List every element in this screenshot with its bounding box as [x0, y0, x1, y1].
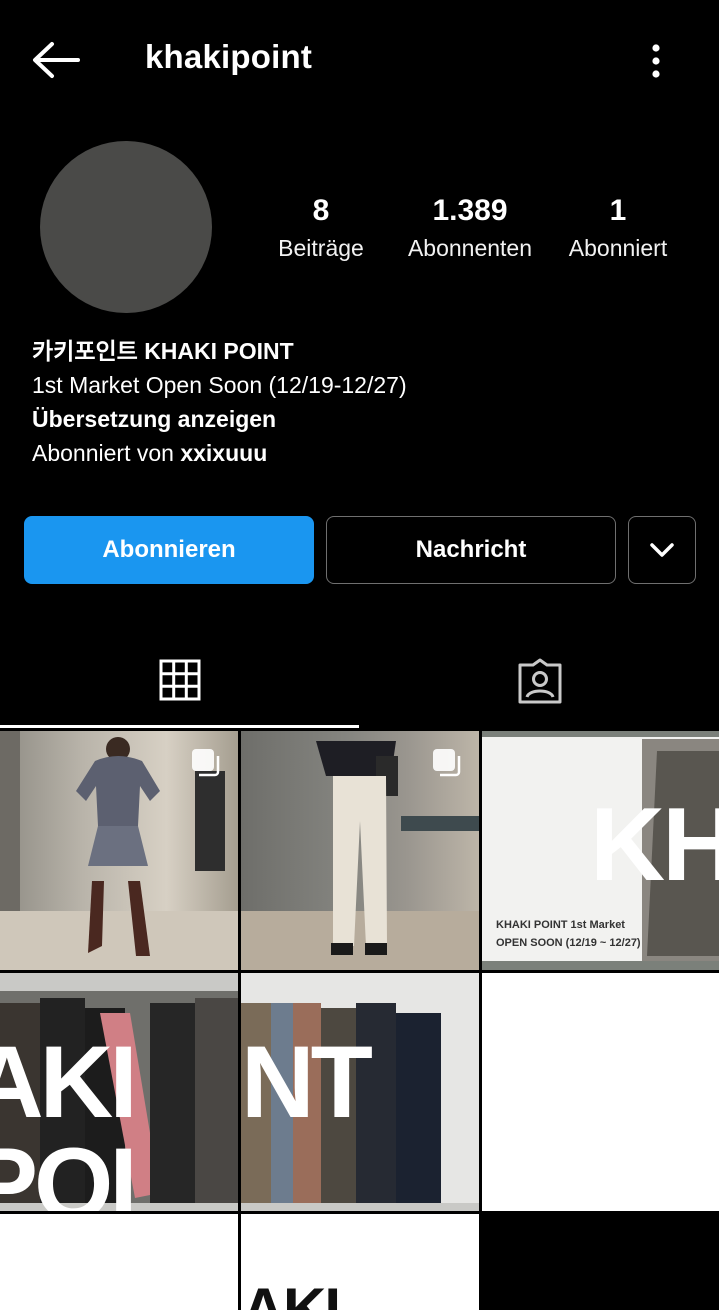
post-tile-1[interactable] [0, 731, 238, 970]
bio-text: 1st Market Open Soon (12/19-12/27) [32, 372, 407, 398]
chevron-down-icon [650, 543, 674, 557]
followed-by-line[interactable]: Abonniert von xxixuuu [32, 436, 407, 470]
post-tile-7[interactable] [0, 1214, 238, 1310]
posts-label: Beiträge [278, 235, 364, 261]
profile-display-name: 카키포인트 KHAKI POINT [32, 338, 294, 364]
followed-by-prefix: Abonniert von [32, 440, 181, 466]
followers-count-stat[interactable]: 1.389 Abonnenten [393, 192, 547, 266]
multiple-photos-icon [192, 749, 220, 777]
posts-count: 8 [312, 194, 330, 227]
tile-big-text: AKI POI [0, 1025, 138, 1211]
suggested-accounts-button[interactable] [628, 516, 696, 584]
active-tab-indicator [0, 725, 359, 728]
post-tile-8[interactable]: KHAKI [241, 1214, 479, 1310]
post-tile-3[interactable]: KHA KHAKI POINT 1st Market OPEN SOON (12… [482, 731, 719, 970]
tab-tagged[interactable] [360, 655, 719, 727]
profile-username: khakipoint [145, 38, 313, 75]
post-tile-2[interactable] [241, 731, 479, 970]
top-bar: khakipoint [0, 0, 719, 120]
message-button[interactable]: Nachricht [326, 516, 616, 584]
post-tile-6[interactable] [482, 973, 719, 1211]
following-count-stat[interactable]: 1 Abonniert [558, 192, 678, 266]
following-count: 1 [609, 194, 627, 227]
posts-grid: KHA KHAKI POINT 1st Market OPEN SOON (12… [0, 731, 719, 1310]
profile-bio: 카키포인트 KHAKI POINT 1st Market Open Soon (… [32, 334, 407, 470]
show-translation-link[interactable]: Übersetzung anzeigen [32, 402, 407, 436]
post-tile-5[interactable]: NT [241, 973, 479, 1211]
posts-count-stat[interactable]: 8 Beiträge [262, 192, 380, 266]
tile-big-text: KHA [590, 787, 719, 903]
arrow-left-icon[interactable] [30, 40, 82, 80]
tile-big-text: NT [241, 1025, 373, 1139]
tagged-user-icon [518, 658, 561, 704]
tile-caption-line2: OPEN SOON (12/19 ~ 12/27) [496, 937, 641, 949]
avatar[interactable] [40, 141, 212, 313]
post-tile-4[interactable]: AKI POI [0, 973, 238, 1211]
followers-count: 1.389 [432, 194, 508, 227]
tile-big-text: KHAKI [241, 1276, 341, 1310]
tile-caption-line1: KHAKI POINT 1st Market [496, 919, 625, 931]
multiple-photos-icon [433, 749, 461, 777]
more-vertical-icon[interactable] [640, 40, 672, 84]
followers-label: Abonnenten [407, 235, 533, 261]
grid-icon [159, 659, 200, 701]
follow-button[interactable]: Abonnieren [24, 516, 314, 584]
tab-posts-grid[interactable] [0, 655, 359, 727]
followed-by-user: xxixuuu [180, 440, 268, 466]
following-label: Abonniert [568, 235, 668, 261]
